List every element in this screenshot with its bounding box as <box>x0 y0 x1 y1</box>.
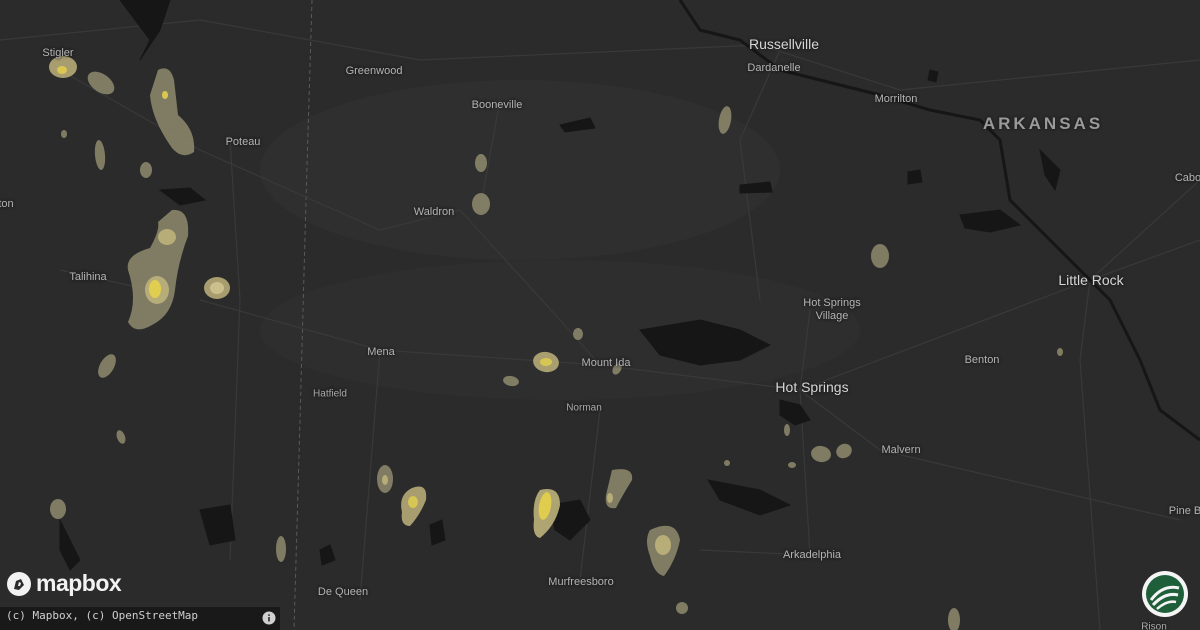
info-icon[interactable] <box>262 611 276 625</box>
hail-swath[interactable] <box>57 66 67 74</box>
mapbox-logo-text: mapbox <box>36 570 122 596</box>
hail-swath[interactable] <box>140 162 152 178</box>
hail-brand-icon[interactable] <box>1141 570 1189 618</box>
hail-swath[interactable] <box>158 229 176 245</box>
place-label: Arkadelphia <box>782 549 842 561</box>
hail-swath[interactable] <box>655 535 671 555</box>
hail-swath[interactable] <box>210 282 224 294</box>
hail-swath[interactable] <box>276 536 286 562</box>
mapbox-logo[interactable]: mapbox <box>6 570 122 597</box>
place-label: Talihina <box>69 271 107 283</box>
place-label: Benton <box>964 354 1000 366</box>
map-attribution: (c) Mapbox, (c) OpenStreetMap <box>0 607 280 630</box>
place-label: Russellville <box>748 36 820 52</box>
place-label: Mena <box>367 346 395 358</box>
place-label: Cabo <box>1174 172 1200 184</box>
state-label: ARKANSAS <box>982 114 1104 133</box>
hail-swath[interactable] <box>472 193 490 215</box>
hail-swath[interactable] <box>540 358 552 366</box>
place-label: Waldron <box>413 206 455 218</box>
place-label: Stigler <box>42 47 74 59</box>
place-label: Hatfield <box>313 388 347 400</box>
hail-swath[interactable] <box>1057 348 1063 356</box>
place-label: Murfreesboro <box>548 576 614 588</box>
hail-swath[interactable] <box>61 130 67 138</box>
hail-swath[interactable] <box>50 499 66 519</box>
place-label: Pine B <box>1168 505 1200 517</box>
place-label: Hot Springs <box>803 297 861 309</box>
place-label: Dardanelle <box>747 62 801 74</box>
hail-swath[interactable] <box>784 424 790 436</box>
place-label: Booneville <box>471 99 523 111</box>
place-label: Village <box>815 310 849 322</box>
place-label: Mount Ida <box>581 357 631 369</box>
hail-swath[interactable] <box>607 493 613 503</box>
place-label: Rison <box>1141 621 1167 630</box>
hail-swath[interactable] <box>162 91 168 99</box>
hail-swath[interactable] <box>788 462 796 468</box>
hail-swath[interactable] <box>382 475 388 485</box>
place-label: Little Rock <box>1058 272 1124 288</box>
hail-swath[interactable] <box>149 280 161 298</box>
hail-swath[interactable] <box>573 328 583 340</box>
hail-swath[interactable] <box>475 154 487 172</box>
place-label: Morrilton <box>874 93 918 105</box>
place-label: Greenwood <box>345 65 403 77</box>
hail-swath[interactable] <box>871 244 889 268</box>
place-label: Malvern <box>881 444 921 456</box>
mapbox-logo-icon <box>7 571 31 596</box>
basemap <box>0 0 1200 630</box>
attribution-text[interactable]: (c) Mapbox, (c) OpenStreetMap <box>6 609 198 622</box>
place-label: Norman <box>566 402 602 414</box>
place-label: Hot Springs <box>775 379 849 395</box>
place-label: ton <box>0 198 14 210</box>
hail-swath[interactable] <box>408 496 418 508</box>
hail-swath[interactable] <box>724 460 730 466</box>
place-label: De Queen <box>317 586 369 598</box>
hail-swath[interactable] <box>676 602 688 614</box>
map-canvas[interactable]: Stigler Greenwood Russellville Dardanelle Bo… <box>0 0 1200 630</box>
place-label: Poteau <box>225 136 261 148</box>
